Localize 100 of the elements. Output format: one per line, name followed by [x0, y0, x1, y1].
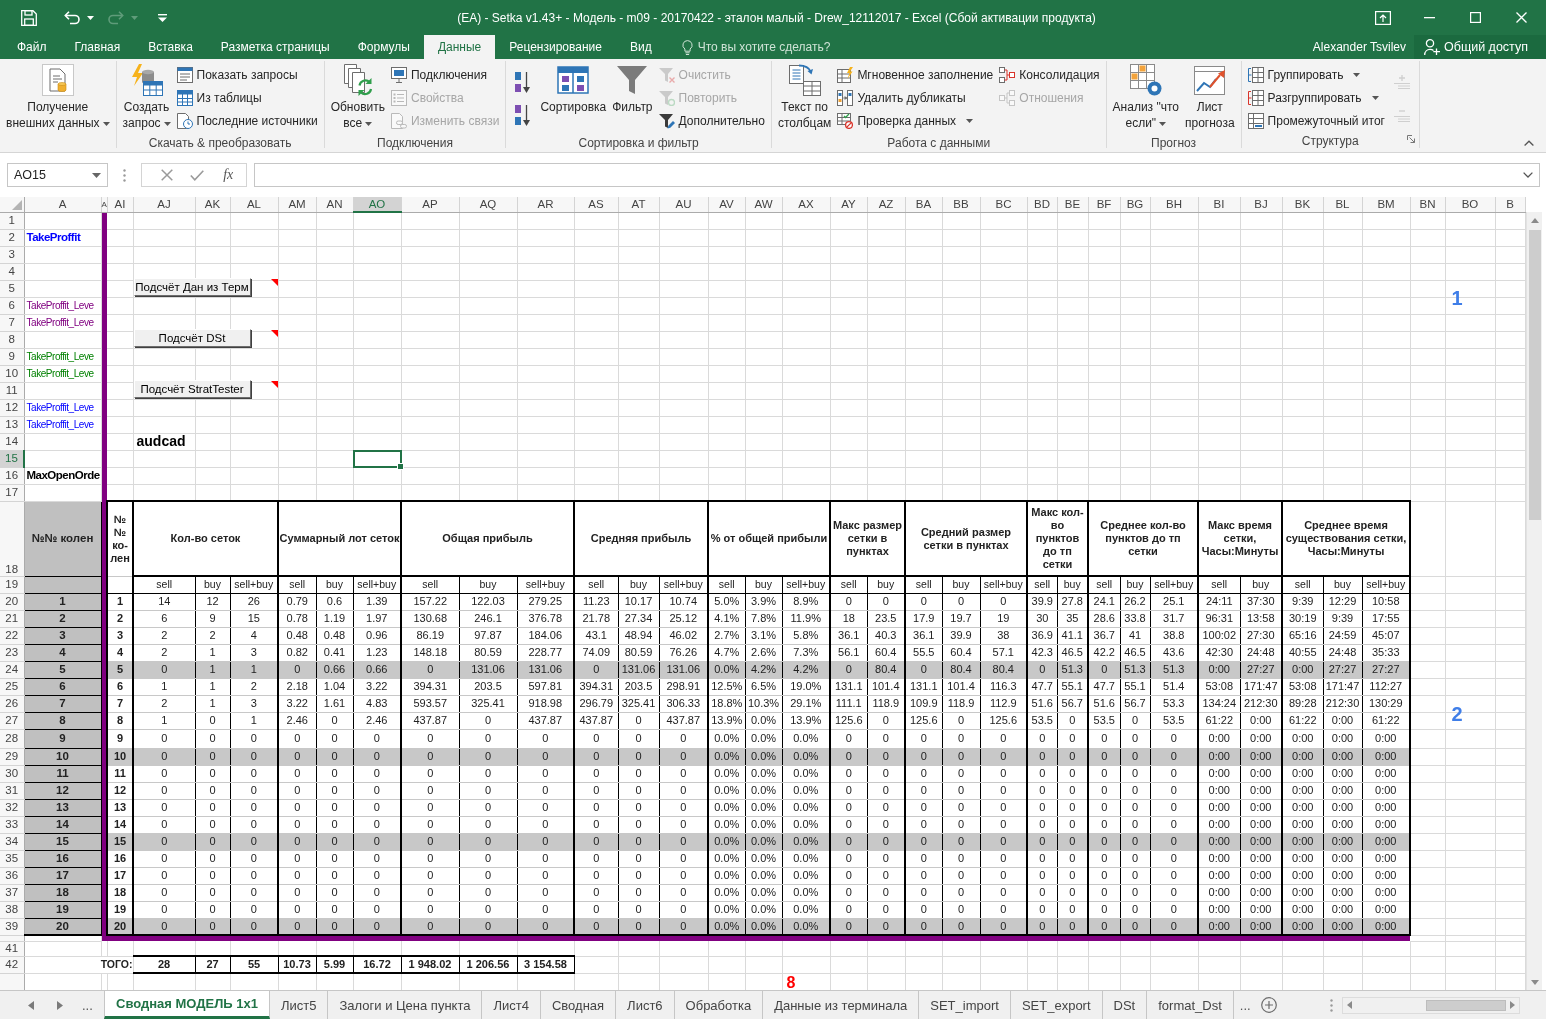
- ribbon-tab[interactable]: Вид: [615, 35, 666, 59]
- cancel-icon[interactable]: [160, 169, 173, 181]
- ribbon-button[interactable]: Консолидация: [996, 63, 1103, 86]
- ribbon-button[interactable]: Подключения: [387, 63, 503, 86]
- column-header[interactable]: AK: [195, 197, 230, 212]
- grip-icon[interactable]: [1330, 998, 1333, 1012]
- column-header[interactable]: BE: [1057, 197, 1088, 212]
- macro-button[interactable]: Подсчёт Дан из Терм: [133, 277, 251, 296]
- macro-button[interactable]: Подсчёт DSt: [133, 328, 251, 347]
- ribbon-tab[interactable]: Данные: [423, 35, 496, 59]
- ribbon-button[interactable]: Создать запрос: [119, 61, 174, 135]
- share-button[interactable]: Общий доступ: [1414, 35, 1546, 59]
- undo-icon[interactable]: [64, 10, 80, 25]
- formula-field[interactable]: [254, 163, 1540, 187]
- column-header[interactable]: B: [1495, 197, 1525, 212]
- row-header[interactable]: 18: [0, 501, 24, 576]
- horizontal-scrollbar[interactable]: [1342, 996, 1520, 1014]
- column-header[interactable]: BO: [1445, 197, 1495, 212]
- ribbon-button[interactable]: Дополнительно: [655, 109, 768, 132]
- ribbon-tab[interactable]: Разметка страницы: [206, 35, 344, 59]
- column-header[interactable]: AN: [316, 197, 353, 212]
- ribbon-tab[interactable]: Вставка: [134, 35, 207, 59]
- scroll-right-icon[interactable]: [57, 1000, 63, 1010]
- arrow-right-icon[interactable]: [1510, 1001, 1515, 1009]
- column-header[interactable]: AJ: [133, 197, 195, 212]
- column-header[interactable]: BL: [1323, 197, 1362, 212]
- arrow-up-icon[interactable]: [1530, 217, 1539, 223]
- ribbon-button[interactable]: Текст по столбцам: [774, 61, 835, 135]
- ribbon-button[interactable]: Группировать: [1244, 63, 1388, 86]
- column-header[interactable]: AT: [618, 197, 659, 212]
- ribbon-button[interactable]: Последние источники: [173, 109, 321, 132]
- insert-function-button[interactable]: fx: [221, 167, 236, 183]
- column-header[interactable]: AR: [517, 197, 574, 212]
- ribbon-button[interactable]: Из таблицы: [173, 86, 321, 109]
- user-name[interactable]: Alexander Tsvilev: [1312, 40, 1406, 54]
- sheet-tab[interactable]: Данные из терминала: [763, 991, 920, 1019]
- ribbon-button[interactable]: Обновить все: [327, 61, 388, 135]
- tell-me-field[interactable]: Что вы хотите сделать?: [697, 40, 848, 54]
- column-header[interactable]: AL: [230, 197, 278, 212]
- column-header[interactable]: BJ: [1240, 197, 1282, 212]
- scroll-left-icon[interactable]: [28, 1000, 34, 1010]
- column-header[interactable]: BB: [942, 197, 980, 212]
- ribbon-button[interactable]: Лист прогноза: [1182, 61, 1238, 135]
- ribbon-button[interactable]: Сортировка: [537, 61, 610, 135]
- more-sheets-button[interactable]: ...: [1235, 991, 1255, 1019]
- arrow-down-icon[interactable]: [1530, 979, 1539, 985]
- sheet-tab[interactable]: SET_import: [919, 991, 1011, 1019]
- column-header[interactable]: A: [24, 197, 101, 212]
- column-header[interactable]: AM: [278, 197, 316, 212]
- ribbon-tab[interactable]: Рецензирование: [495, 35, 616, 59]
- sheet-tab[interactable]: Лист6: [616, 991, 675, 1019]
- name-box[interactable]: AO15: [7, 163, 108, 187]
- sheet-tab[interactable]: Лист5: [270, 991, 329, 1019]
- dialog-launcher-icon[interactable]: [1406, 135, 1415, 143]
- column-header[interactable]: BH: [1150, 197, 1198, 212]
- sheet-tab[interactable]: Сводная МОДЕЛЬ 1x1: [104, 991, 270, 1019]
- column-header[interactable]: AQ: [459, 197, 517, 212]
- column-header[interactable]: AY: [830, 197, 867, 212]
- ribbon-button[interactable]: Разгруппировать: [1244, 86, 1388, 109]
- vertical-scrollbar[interactable]: [1526, 212, 1542, 990]
- select-all-icon[interactable]: [11, 199, 22, 210]
- sheet-tab[interactable]: Сводная: [540, 991, 617, 1019]
- chevron-down-icon[interactable]: [1523, 172, 1533, 178]
- sheet-tab[interactable]: Лист4: [482, 991, 541, 1019]
- ribbon-button[interactable]: Мгновенное заполнение: [834, 63, 997, 86]
- ribbon-tab[interactable]: Файл: [3, 35, 61, 59]
- sheet-tab[interactable]: DSt: [1102, 991, 1148, 1019]
- save-icon[interactable]: [21, 9, 37, 26]
- ribbon-button[interactable]: Анализ "что если": [1109, 61, 1182, 135]
- column-header[interactable]: BD: [1027, 197, 1057, 212]
- ribbon-button[interactable]: Получение внешних данных: [3, 61, 113, 135]
- column-header[interactable]: BA: [905, 197, 942, 212]
- check-icon[interactable]: [189, 169, 204, 181]
- column-header[interactable]: BF: [1088, 197, 1120, 212]
- ribbon-button[interactable]: Проверка данных: [834, 109, 997, 132]
- column-header[interactable]: A: [101, 197, 107, 212]
- scroll-thumb[interactable]: [1528, 230, 1541, 520]
- macro-button[interactable]: Подсчёт StratTester: [133, 379, 251, 398]
- more-sheets-button[interactable]: ...: [78, 997, 97, 1013]
- column-header[interactable]: BN: [1410, 197, 1445, 212]
- column-header[interactable]: BM: [1362, 197, 1410, 212]
- column-header[interactable]: AX: [782, 197, 830, 212]
- new-sheet-icon[interactable]: [1260, 997, 1277, 1013]
- ribbon-button[interactable]: Удалить дубликаты: [834, 86, 997, 109]
- sheet-tab[interactable]: Залоги и Цена пункта: [328, 991, 483, 1019]
- scroll-thumb[interactable]: [1426, 999, 1506, 1011]
- caret-icon[interactable]: [87, 15, 94, 20]
- column-header[interactable]: BC: [980, 197, 1027, 212]
- minimize-icon[interactable]: [1423, 16, 1435, 19]
- collapse-icon[interactable]: [1524, 140, 1534, 146]
- maximize-icon[interactable]: [1469, 12, 1481, 23]
- column-header[interactable]: BI: [1198, 197, 1240, 212]
- column-header[interactable]: AI: [107, 197, 133, 212]
- column-header[interactable]: AP: [401, 197, 459, 212]
- column-header[interactable]: BG: [1120, 197, 1150, 212]
- sheet-tab[interactable]: Обработка: [674, 991, 764, 1019]
- sort-ascending-icon[interactable]: [515, 70, 532, 93]
- caret-icon[interactable]: [92, 173, 101, 178]
- column-header[interactable]: AO: [353, 197, 401, 212]
- ribbon-button[interactable]: Показать запросы: [173, 63, 321, 86]
